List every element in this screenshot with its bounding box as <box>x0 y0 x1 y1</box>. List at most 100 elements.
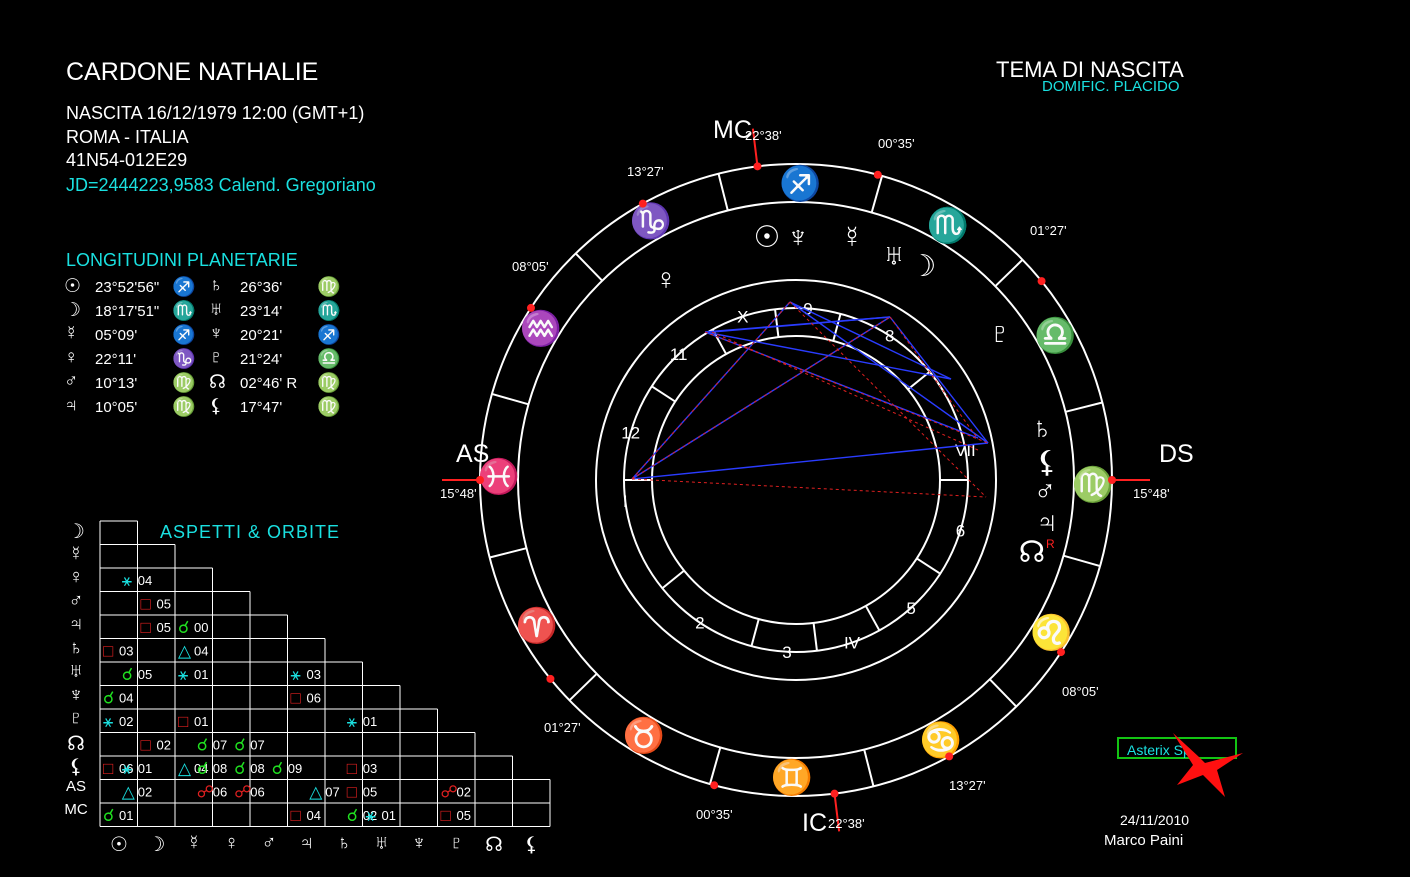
aspect-cell: ⚹ 01 <box>122 759 152 778</box>
aspect-symbol-icon: □ <box>178 712 188 731</box>
aspect-cell: □ 03 <box>347 759 377 778</box>
cusp-degree-label: 15°48' <box>440 486 477 501</box>
aspect-cell: ⚹ 01 <box>366 806 396 825</box>
sign-divider <box>989 678 1018 708</box>
aspect-orb: 04 <box>138 573 152 588</box>
aspect-orb: 02 <box>157 737 171 752</box>
aspect-row-label: ♇ <box>68 707 84 729</box>
aspect-symbol-icon: △ <box>309 782 323 801</box>
wheel-planet-icon: ☊ <box>1019 536 1046 569</box>
house-number: I <box>623 492 628 511</box>
aspect-symbol-icon: ☌ <box>103 806 114 825</box>
aspect-orb: 01 <box>119 808 133 823</box>
cusp-degree-label: 00°35' <box>696 807 733 822</box>
aspect-row-label: MC <box>64 801 88 818</box>
aspect-symbol-icon: △ <box>178 759 192 778</box>
aspect-cell: ☌ 01 <box>103 806 133 825</box>
aspect-cell: □ 01 <box>178 712 208 731</box>
aspect-symbol-icon: ⚹ <box>103 712 113 731</box>
aspect-cell: □ 05 <box>141 594 171 613</box>
cusp-dot <box>710 781 719 790</box>
aspect-symbol-icon: □ <box>291 688 301 707</box>
aspect-cell: ☌ 04 <box>103 688 133 707</box>
aspect-row-label: ♆ <box>68 683 84 706</box>
wheel-planet-icon: ♆ <box>787 221 810 254</box>
cusp-dot <box>945 752 954 761</box>
aspect-orb: 05 <box>138 667 152 682</box>
aspect-orb: 01 <box>194 714 208 729</box>
aspect-line <box>889 316 989 444</box>
zodiac-sign-icon: ♏ <box>927 206 969 245</box>
cusp-degree-label: 08°05' <box>1062 684 1099 699</box>
sign-divider <box>568 673 598 702</box>
aspect-line <box>631 478 987 498</box>
aspect-orb: 01 <box>194 667 208 682</box>
cusp-degree-label: 13°27' <box>627 164 664 179</box>
aspect-cell: ☍06 <box>197 782 227 801</box>
sign-divider <box>1065 401 1103 413</box>
aspect-row-label: AS <box>65 777 86 795</box>
cusp-degree-label: 01°27' <box>1030 223 1067 238</box>
aspect-symbol-icon: ⚹ <box>366 806 376 825</box>
aspect-symbol-icon: ☍ <box>197 782 214 801</box>
aspect-orb: 01 <box>382 808 396 823</box>
aspect-orb: 08 <box>213 761 227 776</box>
aspect-orb: 05 <box>157 620 171 635</box>
house-cusp <box>651 385 676 403</box>
aspect-symbol-icon: ☌ <box>347 806 358 825</box>
aspect-cell: □ 06 <box>291 688 321 707</box>
cusp-degree-label: 00°35' <box>878 136 915 151</box>
sign-divider <box>1063 554 1101 568</box>
aspect-col-label: ♅ <box>374 832 389 854</box>
wheel-planet-icon: ☽ <box>910 250 937 283</box>
house-number: 8 <box>885 327 894 346</box>
cusp-dot <box>873 170 882 179</box>
cusp-degree-label: 08°05' <box>512 259 549 274</box>
aspect-symbol-icon: ☌ <box>197 759 208 778</box>
aspect-row-label: ♅ <box>68 660 84 682</box>
aspect-col-label: ☽ <box>147 834 166 856</box>
sign-divider <box>870 175 884 213</box>
zodiac-sign-icon: ♑ <box>630 202 672 241</box>
aspect-orb: 07 <box>250 737 264 752</box>
aspect-symbol-icon: ☌ <box>234 735 245 754</box>
house-number: 3 <box>782 643 791 662</box>
aspect-symbol-icon: □ <box>103 641 113 660</box>
aspect-col-label: ♃ <box>299 832 314 854</box>
aspect-symbol-icon: ☌ <box>178 618 189 637</box>
aspect-symbol-icon: ⚹ <box>122 571 132 590</box>
aspect-cell: □ 03 <box>103 641 133 660</box>
sign-divider <box>574 252 603 282</box>
cusp-degree-label: 13°27' <box>949 778 986 793</box>
aspect-cell: ⚹ 01 <box>347 712 377 731</box>
retrograde-mark: R <box>1046 537 1055 551</box>
wheel-planet-icon: ♃ <box>1036 506 1059 539</box>
aspect-cell: △ 04 <box>178 641 208 660</box>
aspect-col-label: ☉ <box>110 834 128 856</box>
aspect-cell: △ 07 <box>309 782 339 801</box>
wheel-ring <box>479 163 1113 797</box>
aspect-orb: 06 <box>250 784 264 799</box>
aspect-cell: ⚹ 04 <box>122 571 152 590</box>
aspect-symbol-icon: ⚹ <box>122 759 132 778</box>
sign-divider <box>491 392 529 406</box>
cusp-degree-label: 22°38' <box>828 816 865 831</box>
axis-label-ds: DS <box>1159 440 1194 468</box>
cusp-degree-label: 01°27' <box>544 720 581 735</box>
house-cusp <box>812 622 818 651</box>
zodiac-sign-icon: ♐ <box>779 164 821 203</box>
author-name: Marco Paini <box>1104 832 1184 849</box>
house-cusp <box>661 569 685 590</box>
cusp-dot <box>1037 277 1046 286</box>
aspect-symbol-icon: △ <box>178 641 192 660</box>
cusp-dot <box>526 303 535 312</box>
aspect-cell: ☌ 08 <box>197 759 227 778</box>
aspect-orb: 01 <box>363 714 377 729</box>
sign-divider <box>489 547 527 559</box>
aspect-orb: 05 <box>157 596 171 611</box>
aspect-cell: ☌ 09 <box>272 759 302 778</box>
aspect-cell: ⚹ 02 <box>103 712 133 731</box>
aspect-cell: ☌ 05 <box>122 665 152 684</box>
aspect-row-label: ☿ <box>68 542 84 565</box>
aspect-symbol-icon: ⚹ <box>291 665 301 684</box>
